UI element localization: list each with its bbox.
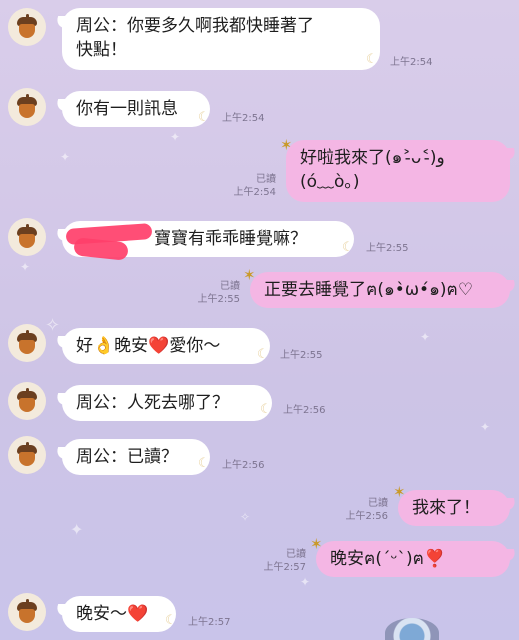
avatar[interactable]: [8, 218, 46, 256]
message-bubble-incoming[interactable]: 晚安～❤️: [62, 596, 176, 632]
message-timestamp: 上午2:55: [366, 243, 409, 254]
moon-icon: ☾: [198, 110, 210, 125]
sparkle-decoration: ✦: [20, 260, 31, 274]
message-bubble-incoming[interactable]: 好👌晚安❤️愛你～: [62, 328, 270, 364]
read-receipt: 已讀: [220, 281, 240, 292]
sparkle-decoration: ✦: [70, 520, 84, 539]
message-timestamp: 上午2:56: [345, 511, 388, 522]
moon-icon: ☾: [260, 402, 272, 417]
acorn-icon: [16, 330, 38, 355]
decorative-ornament: [385, 618, 439, 640]
sparkle-decoration: ✦: [480, 420, 491, 434]
message-timestamp: 上午2:54: [390, 57, 433, 68]
message-timestamp: 上午2:57: [188, 617, 231, 628]
acorn-icon: [16, 599, 38, 624]
message-text: 你有一則訊息: [76, 99, 178, 119]
message-bubble-outgoing[interactable]: 我來了！: [398, 490, 510, 526]
message-text: 好👌晚安❤️愛你～: [76, 336, 221, 356]
message-text: 晚安ฅ(ˊᵕˋ)ฅ❣️: [330, 549, 446, 569]
message-text: 好啦我來了(๑˃̵ᴗ˂̵)و: [300, 148, 445, 168]
avatar[interactable]: [8, 8, 46, 46]
message-bubble-outgoing[interactable]: 正要去睡覺了ฅ(๑•̀ω•́๑)ฅ♡: [250, 272, 510, 308]
message-text: 晚安～❤️: [76, 604, 149, 624]
message-text: 快點！: [76, 40, 127, 60]
acorn-icon: [16, 94, 38, 119]
sparkle-decoration: ✧: [45, 315, 61, 336]
avatar[interactable]: [8, 436, 46, 474]
avatar[interactable]: [8, 88, 46, 126]
message-bubble-incoming[interactable]: 周公：已讀？: [62, 439, 210, 475]
message-text: 寶寶有乖乖睡覺嘛？: [154, 229, 307, 249]
sparkle-decoration: ✧: [240, 510, 251, 524]
message-timestamp: 上午2:54: [222, 113, 265, 124]
read-receipt: 已讀: [286, 549, 306, 560]
message-bubble-incoming[interactable]: 你有一則訊息: [62, 91, 210, 127]
avatar[interactable]: [8, 593, 46, 631]
message-timestamp: 上午2:56: [283, 405, 326, 416]
sparkle-decoration: ✦: [420, 330, 431, 344]
message-bubble-incoming[interactable]: 周公：你要多久啊我都快睡著了 快點！: [62, 8, 380, 70]
acorn-icon: [16, 442, 38, 467]
message-text: (ó﹏ò｡): [300, 172, 360, 192]
message-bubble-outgoing[interactable]: 晚安ฅ(ˊᵕˋ)ฅ❣️: [316, 541, 510, 577]
message-text: 正要去睡覺了ฅ(๑•̀ω•́๑)ฅ♡: [264, 280, 474, 300]
message-timestamp: 上午2:56: [222, 460, 265, 471]
message-timestamp: 上午2:55: [280, 350, 323, 361]
moon-icon: ☾: [342, 240, 354, 255]
sparkle-decoration: ✦: [170, 130, 181, 144]
message-text: 我來了！: [412, 498, 480, 518]
acorn-icon: [16, 224, 38, 249]
sparkle-decoration: ✦: [300, 575, 311, 589]
message-timestamp: 上午2:55: [197, 294, 240, 305]
avatar[interactable]: [8, 382, 46, 420]
message-text: 周公：人死去哪了？: [76, 393, 229, 413]
message-text: 周公：你要多久啊我都快睡著了: [76, 16, 314, 36]
message-text: 周公：已讀？: [76, 447, 178, 467]
moon-icon: ☾: [257, 347, 269, 362]
read-receipt: 已讀: [368, 498, 388, 509]
message-bubble-outgoing[interactable]: 好啦我來了(๑˃̵ᴗ˂̵)و (ó﹏ò｡): [286, 140, 510, 202]
message-timestamp: 上午2:57: [263, 562, 306, 573]
acorn-icon: [16, 388, 38, 413]
moon-icon: ☾: [198, 456, 210, 471]
sparkle-decoration: ✦: [60, 150, 71, 164]
avatar[interactable]: [8, 324, 46, 362]
message-bubble-incoming[interactable]: 周公：人死去哪了？: [62, 385, 272, 421]
read-receipt: 已讀: [256, 174, 276, 185]
acorn-icon: [16, 14, 38, 39]
message-timestamp: 上午2:54: [233, 187, 276, 198]
moon-icon: ☾: [165, 613, 177, 628]
moon-icon: ☾: [366, 52, 378, 67]
